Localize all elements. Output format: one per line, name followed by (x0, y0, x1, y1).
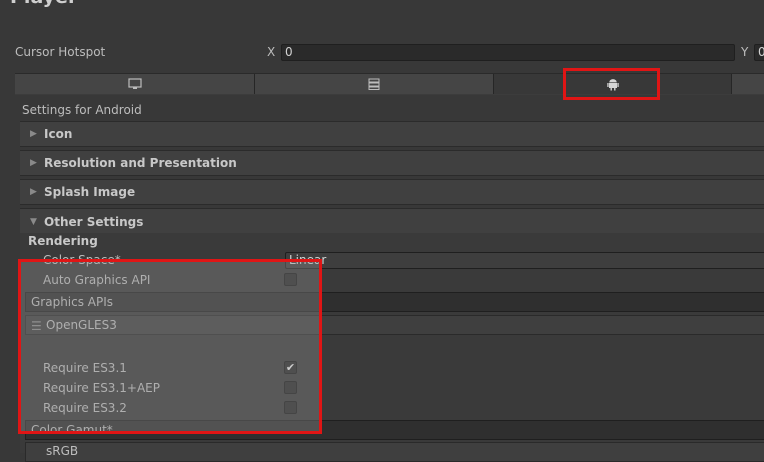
section-other-label: Other Settings (44, 214, 144, 229)
monitor-icon (127, 78, 142, 89)
hotspot-x-label: X (267, 45, 276, 59)
graphics-api-highlight (18, 259, 322, 434)
expand-arrow-icon: ▶ (30, 187, 37, 197)
section-splash-label: Splash Image (44, 185, 136, 199)
tab-server[interactable] (255, 74, 494, 94)
settings-for-label: Settings for Android (22, 103, 142, 117)
color-gamut-item-label: sRGB (46, 444, 79, 458)
section-other[interactable]: ▼ Other Settings (20, 208, 764, 234)
rendering-heading: Rendering (28, 234, 98, 248)
server-icon (368, 78, 380, 90)
section-icon[interactable]: ▶ Icon (20, 121, 764, 147)
android-tab-highlight (563, 68, 660, 100)
tab-more[interactable] (732, 74, 764, 94)
hotspot-y-label: Y (741, 45, 749, 59)
page-title: Player (10, 0, 77, 8)
section-resolution-label: Resolution and Presentation (44, 156, 237, 170)
collapse-arrow-icon: ▼ (30, 216, 37, 227)
tab-desktop[interactable] (15, 74, 255, 94)
expand-arrow-icon: ▶ (30, 158, 37, 168)
hotspot-x-field[interactable]: 0 (281, 44, 735, 61)
hotspot-y-field[interactable]: 0 (754, 44, 764, 61)
section-splash[interactable]: ▶ Splash Image (20, 179, 764, 205)
color-gamut-list-item[interactable]: sRGB (25, 442, 764, 462)
cursor-hotspot-label: Cursor Hotspot (15, 45, 106, 59)
section-icon-label: Icon (44, 127, 73, 141)
expand-arrow-icon: ▶ (30, 129, 37, 139)
section-resolution[interactable]: ▶ Resolution and Presentation (20, 150, 764, 176)
color-space-dropdown[interactable]: Linear (285, 252, 764, 269)
